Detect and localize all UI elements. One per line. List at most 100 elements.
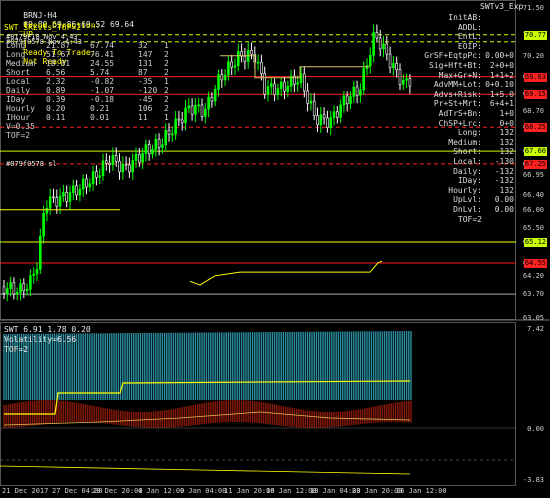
candle-body <box>78 188 82 196</box>
time-axis-label: 21 Dec 2017 <box>2 487 49 495</box>
stats-cell-a: 0.89 <box>46 86 66 95</box>
candle-body <box>65 192 68 202</box>
candle-body <box>121 163 125 173</box>
volatility-v-label: V=0.35 <box>6 122 35 131</box>
candle-body <box>25 289 29 292</box>
sub-axis-min: -3.83 <box>522 476 544 484</box>
candle-body <box>312 100 316 116</box>
stats-row: IDay 0.39 -0.18 -45 2 <box>6 95 176 104</box>
candle-body <box>131 160 134 173</box>
candle-body <box>42 213 45 237</box>
price-axis-label: 64.20 <box>522 271 544 280</box>
right-panel-label: UpLvl: <box>453 195 482 205</box>
candle-body <box>200 104 204 117</box>
candle-body <box>332 111 336 118</box>
candle-body <box>349 96 352 105</box>
right-panel-label: EntL: <box>457 32 482 42</box>
candle-body <box>190 105 194 115</box>
candle-body <box>95 171 98 178</box>
right-panel-label: Max+Gr+N: <box>438 70 482 80</box>
candle-body <box>243 55 247 62</box>
stats-cell-d: 1 <box>164 41 169 50</box>
candle-body <box>111 155 115 166</box>
price-level-tag: 68.25 <box>523 123 547 133</box>
stats-row: Hourly 0.20 0.21 106 2 <box>6 104 176 113</box>
right-panel-label: IDay: <box>457 176 482 186</box>
candle-body <box>296 82 300 85</box>
candle-body <box>180 119 184 124</box>
candle-body <box>81 178 85 190</box>
candle-body <box>187 105 191 109</box>
price-axis-label: 68.70 <box>522 106 544 115</box>
right-panel-value: -130 <box>494 157 514 166</box>
right-panel-value: -132 <box>494 166 514 176</box>
stats-cell-b: 5.74 <box>90 68 110 77</box>
order-label-3[interactable]: #879f0578 sl <box>6 160 57 169</box>
candle-body <box>250 50 253 55</box>
envelope-line <box>220 55 370 79</box>
candle-body <box>227 61 230 76</box>
stats-row: Local 2.32 -0.82 -35 1 <box>6 77 176 86</box>
candle-body <box>58 195 62 207</box>
stats-cell-label: IHour <box>6 113 31 122</box>
price-level-tag: 65.12 <box>523 238 547 248</box>
time-axis-label: 4 Jan 12:00 <box>138 487 185 495</box>
right-panel-value: 132 <box>499 128 514 138</box>
price-axis-label: 65.50 <box>522 224 544 233</box>
candle-body <box>151 149 154 155</box>
right-panel-label: Short: <box>453 147 482 157</box>
candle-body <box>157 138 161 148</box>
candle-body <box>319 114 323 126</box>
candle-body <box>339 104 342 118</box>
candle-body <box>72 185 75 193</box>
candle-body <box>22 283 26 292</box>
candle-body <box>372 32 375 56</box>
candle-body <box>388 53 392 69</box>
right-panel-label: TOF=2 <box>457 214 482 224</box>
right-panel-label: Pr+St+Mrt: <box>433 99 482 109</box>
right-panel-label: Daily: <box>453 166 482 176</box>
candle-body <box>134 153 138 161</box>
candle-body <box>279 81 283 89</box>
time-axis-label: 26 Jan 12:00 <box>396 487 447 495</box>
right-panel-label: InitAB: <box>448 13 482 22</box>
candle-body <box>269 83 273 87</box>
candle-body <box>75 185 78 196</box>
trading-chart-window[interactable]: BRNJ-H4 69.80 69.86 69.52 69.64 SWTv3_Ex… <box>0 0 550 498</box>
candle-body <box>197 104 200 107</box>
candle-body <box>62 192 65 197</box>
right-panel-value: 6+4+1 <box>489 99 514 109</box>
right-panel-label: Advs+Risk: <box>433 89 482 99</box>
candle-body <box>309 100 313 104</box>
stats-row: Long 21.87 67.74 32 1 <box>6 41 176 50</box>
candle-body <box>335 111 339 118</box>
price-axis-label: 71.50 <box>522 4 544 12</box>
right-panel-label: DnLvl: <box>453 205 482 214</box>
right-panel-label: GrSF+EqtpPc: <box>424 51 482 61</box>
candle-body <box>302 73 306 92</box>
stats-cell-b: 0.01 <box>90 113 110 122</box>
stats-cell-c: -120 <box>138 86 158 95</box>
right-panel-label: Local: <box>453 157 482 166</box>
right-panel-value: 132 <box>499 137 514 147</box>
oscillator-header: SWT 6.91 1.78 0.20 <box>4 325 91 334</box>
stats-cell-b: 67.74 <box>90 41 115 50</box>
candle-body <box>352 86 356 97</box>
candle-body <box>405 78 408 81</box>
stats-cell-c: 106 <box>138 104 153 113</box>
stats-cell-b: -0.18 <box>90 95 115 104</box>
oscillator-tof: TOF=2 <box>4 345 29 354</box>
price-level-tag: 70.77 <box>523 30 547 40</box>
candle-body <box>392 63 395 69</box>
candle-body <box>326 117 329 128</box>
candle-body <box>171 133 174 136</box>
candle-body <box>220 74 224 81</box>
price-level-tag: 64.55 <box>523 258 547 268</box>
stats-cell-label: Long <box>6 50 26 59</box>
sub-axis-zero: 0.00 <box>527 425 544 433</box>
time-axis-label: 29 Dec 20:00 <box>92 487 143 495</box>
trailing-stop-line <box>189 260 383 286</box>
stats-cell-b: 0.21 <box>90 104 110 113</box>
right-panel-label: Sig+Hft+Bt: <box>429 61 482 70</box>
right-panel-label: Long: <box>457 128 482 138</box>
